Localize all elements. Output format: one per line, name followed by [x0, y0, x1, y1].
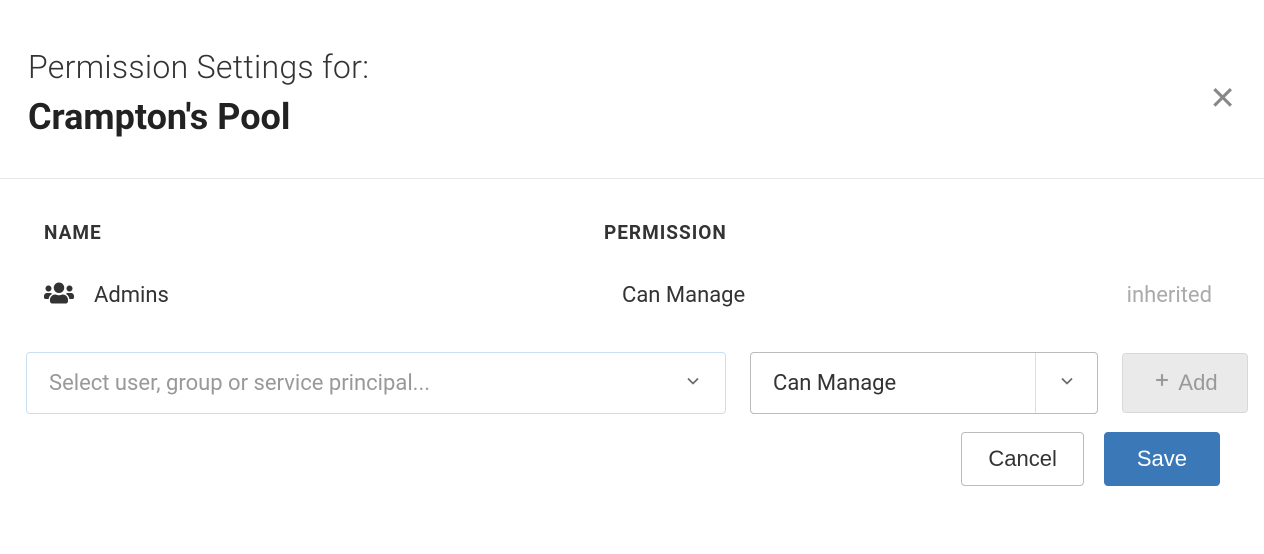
- dialog-header: Permission Settings for: Crampton's Pool…: [0, 0, 1264, 179]
- table-header: NAME PERMISSION: [44, 179, 1220, 272]
- close-icon: ✕: [1209, 80, 1236, 116]
- close-button[interactable]: ✕: [1209, 82, 1236, 114]
- add-button[interactable]: Add: [1122, 353, 1248, 413]
- permission-select[interactable]: Can Manage: [750, 352, 1098, 414]
- title-prefix: Permission Settings for:: [28, 48, 1236, 86]
- column-header-permission: PERMISSION: [604, 221, 1024, 244]
- dialog-footer: Cancel Save: [0, 414, 1264, 486]
- resource-name: Crampton's Pool: [28, 96, 1236, 138]
- table-row: Admins Can Manage inherited: [44, 272, 1220, 334]
- dialog-content: NAME PERMISSION Admins Can Manage inheri…: [0, 179, 1264, 414]
- chevron-down-icon: [683, 371, 703, 395]
- chevron-down-icon: [1057, 371, 1077, 395]
- principal-placeholder: Select user, group or service principal.…: [49, 371, 430, 396]
- add-button-label: Add: [1178, 370, 1217, 396]
- permission-status: inherited: [1127, 283, 1220, 308]
- add-permission-row: Select user, group or service principal.…: [26, 334, 1220, 414]
- permission-value: Can Manage: [604, 283, 745, 308]
- save-button[interactable]: Save: [1104, 432, 1220, 486]
- permission-select-value: Can Manage: [751, 371, 1035, 396]
- principal-select[interactable]: Select user, group or service principal.…: [26, 352, 726, 414]
- column-header-name: NAME: [44, 221, 604, 244]
- permissions-table: NAME PERMISSION Admins Can Manage inheri…: [44, 179, 1220, 414]
- principal-name: Admins: [94, 283, 169, 308]
- plus-icon: [1152, 370, 1172, 396]
- cancel-button[interactable]: Cancel: [961, 432, 1083, 486]
- group-icon: [44, 280, 74, 310]
